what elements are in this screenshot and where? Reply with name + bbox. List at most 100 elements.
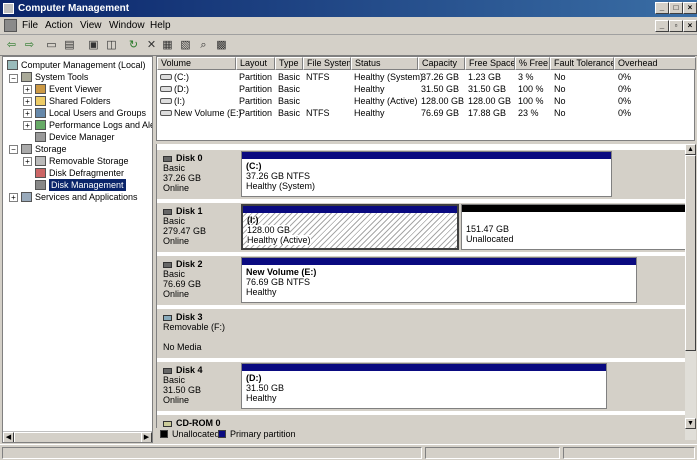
forward-icon[interactable]: ⇨ <box>22 38 37 53</box>
scroll-down-icon[interactable]: ▼ <box>685 418 696 429</box>
cell-free-space: 31.50 GB <box>468 84 507 94</box>
disk-0-partitions: (C:) 37.26 GB NTFS Healthy (System) <box>240 150 685 200</box>
col-percent-free[interactable]: % Free <box>515 57 550 70</box>
disk-size: 37.26 GB <box>163 173 202 183</box>
maximize-button[interactable]: □ <box>669 2 683 14</box>
tree-device-manager[interactable]: Device Manager <box>49 131 115 143</box>
tree-shared-folders[interactable]: Shared Folders <box>49 95 111 107</box>
collapse-toggle[interactable]: − <box>9 145 18 154</box>
partition-e[interactable]: New Volume (E:) 76.69 GB NTFS Healthy <box>241 257 637 303</box>
cell-capacity: 31.50 GB <box>421 84 460 94</box>
menu-help[interactable]: Help <box>150 20 171 31</box>
disk-4-partitions: (D:) 31.50 GB Healthy <box>240 362 685 412</box>
col-fault-tolerance[interactable]: Fault Tolerance <box>550 57 614 70</box>
cell-overhead: 0% <box>618 108 632 118</box>
menu-action[interactable]: Action <box>45 20 73 31</box>
tree-event-viewer[interactable]: Event Viewer <box>49 83 102 95</box>
properties-icon[interactable]: ▣ <box>86 38 101 53</box>
cell-status: Healthy <box>354 84 385 94</box>
show-hide-tree-icon[interactable]: ▤ <box>62 38 77 53</box>
scroll-thumb[interactable] <box>685 155 696 351</box>
disk-4-label[interactable]: Disk 4 Basic 31.50 GB Online <box>157 362 240 412</box>
menu-file[interactable]: File <box>22 20 38 31</box>
cell-type: Basic <box>278 108 301 118</box>
expand-toggle[interactable]: + <box>23 121 32 130</box>
tree-disk-management[interactable]: Disk Management <box>49 179 126 191</box>
hard-disk-icon <box>163 155 172 162</box>
col-file-system[interactable]: File System <box>303 57 351 70</box>
cdrom-0-partitions <box>240 415 685 428</box>
partition-d[interactable]: (D:) 31.50 GB Healthy <box>241 363 607 409</box>
scroll-up-icon[interactable]: ▲ <box>685 144 696 155</box>
tree-services-applications[interactable]: Services and Applications <box>35 191 138 203</box>
document-icon[interactable] <box>4 19 17 32</box>
disk-state: Online <box>163 183 190 193</box>
back-icon[interactable]: ⇦ <box>4 38 19 53</box>
menu-window[interactable]: Window <box>109 20 145 31</box>
tree-horizontal-scrollbar[interactable]: ◀ ▶ <box>3 431 152 442</box>
cell-fault-tolerance: No <box>554 96 566 106</box>
expand-toggle[interactable]: + <box>23 109 32 118</box>
partition-i[interactable]: (I:) 128.00 GB Healthy (Active) <box>241 204 459 250</box>
help-icon[interactable]: ◫ <box>104 38 119 53</box>
col-volume[interactable]: Volume <box>157 57 236 70</box>
expand-toggle[interactable]: + <box>9 193 18 202</box>
disk-0-label[interactable]: Disk 0 Basic 37.26 GB Online <box>157 150 240 200</box>
tree-storage[interactable]: Storage <box>35 143 67 155</box>
expand-toggle[interactable]: + <box>23 157 32 166</box>
refresh-icon[interactable]: ↻ <box>126 38 141 53</box>
cell-file-system: NTFS <box>306 72 330 82</box>
cell-percent-free: 3 % <box>518 72 534 82</box>
window-title: Computer Management <box>18 3 130 14</box>
unallocated-space[interactable]: 151.47 GB Unallocated <box>461 204 685 250</box>
cell-free-space: 1.23 GB <box>468 72 502 82</box>
disk-icon[interactable]: ▦ <box>160 38 175 53</box>
cdrom-0-label[interactable]: CD-ROM 0 <box>157 415 240 428</box>
cell-layout: Partition <box>239 96 273 106</box>
collapse-toggle[interactable]: − <box>9 74 18 83</box>
scroll-left-icon[interactable]: ◀ <box>3 432 14 442</box>
col-layout[interactable]: Layout <box>236 57 275 70</box>
expand-toggle[interactable]: + <box>23 85 32 94</box>
minimize-button[interactable]: _ <box>655 2 669 14</box>
disk-2-label[interactable]: Disk 2 Basic 76.69 GB Online <box>157 256 240 306</box>
col-free-space[interactable]: Free Space <box>465 57 515 70</box>
partition-size: 37.26 GB NTFS <box>246 171 311 181</box>
col-overhead[interactable]: Overhead <box>614 57 696 70</box>
tree-removable-storage[interactable]: Removable Storage <box>49 155 129 167</box>
open-icon[interactable]: ▧ <box>178 38 193 53</box>
scroll-right-icon[interactable]: ▶ <box>141 432 152 442</box>
disk-1-label[interactable]: Disk 1 Basic 279.47 GB Online <box>157 203 240 253</box>
col-capacity[interactable]: Capacity <box>418 57 465 70</box>
partition-size: 31.50 GB <box>246 383 285 393</box>
partition-c[interactable]: (C:) 37.26 GB NTFS Healthy (System) <box>241 151 612 197</box>
disk-view-vertical-scrollbar[interactable]: ▲ ▼ <box>685 144 696 440</box>
scroll-thumb[interactable] <box>14 432 142 442</box>
disk-type: Basic <box>163 269 186 279</box>
tree-system-tools[interactable]: System Tools <box>35 71 88 83</box>
tree-local-users[interactable]: Local Users and Groups <box>49 107 146 119</box>
disk-type: Basic <box>163 216 186 226</box>
up-folder-icon[interactable]: ▭ <box>44 38 59 53</box>
close-button[interactable]: × <box>683 2 697 14</box>
tree-perf-logs[interactable]: Performance Logs and Alerts <box>49 119 152 131</box>
disk-size: 76.69 GB <box>163 279 202 289</box>
tree-disk-defragmenter[interactable]: Disk Defragmenter <box>49 167 124 179</box>
child-restore-button[interactable]: ▫ <box>669 20 683 32</box>
menu-view[interactable]: View <box>80 20 102 31</box>
expand-toggle[interactable]: + <box>23 97 32 106</box>
col-type[interactable]: Type <box>275 57 303 70</box>
settings-icon[interactable]: ▩ <box>214 38 229 53</box>
legend: Unallocated Primary partition <box>156 428 685 440</box>
tree-root[interactable]: Computer Management (Local) <box>21 59 146 71</box>
child-minimize-button[interactable]: _ <box>655 20 669 32</box>
disk-3-label[interactable]: Disk 3 Removable (F:) No Media <box>157 309 240 359</box>
cell-type: Basic <box>278 96 301 106</box>
delete-icon[interactable]: ✕ <box>144 38 159 53</box>
performance-icon <box>35 120 46 130</box>
cell-file-system: NTFS <box>306 108 330 118</box>
cell-percent-free: 100 % <box>518 96 544 106</box>
col-status[interactable]: Status <box>351 57 418 70</box>
search-icon[interactable]: ⌕ <box>196 38 211 53</box>
child-close-button[interactable]: × <box>683 20 697 32</box>
